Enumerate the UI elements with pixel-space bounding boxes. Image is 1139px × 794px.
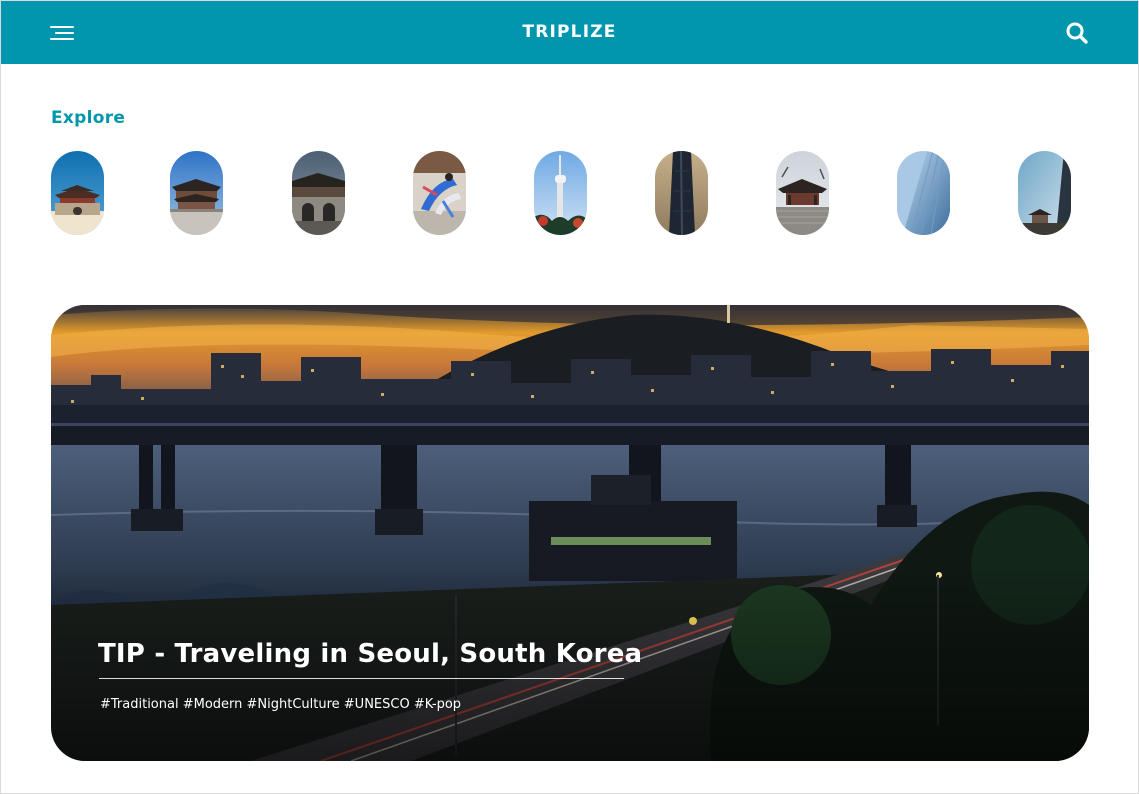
feature-card-seoul[interactable]: TIP - Traveling in Seoul, South Korea #T…: [51, 305, 1089, 761]
traditional-gate-image: [51, 151, 104, 235]
explore-item-tower-and-temple[interactable]: [1018, 151, 1071, 235]
skyscraper-dark-image: [655, 151, 708, 235]
traditional-dance-image: [413, 151, 466, 235]
hamburger-menu-icon: [50, 26, 74, 40]
search-icon: [1066, 22, 1088, 44]
search-button[interactable]: [1063, 19, 1091, 47]
explore-carousel: [51, 151, 1073, 237]
palace-hall-image: [170, 151, 223, 235]
feature-card-title: TIP - Traveling in Seoul, South Korea: [98, 639, 643, 669]
app-title: TRIPLIZE: [522, 22, 617, 42]
seoul-tower-image: [534, 151, 587, 235]
explore-item-pavilion[interactable]: [776, 151, 829, 235]
explore-item-palace-hall[interactable]: [170, 151, 223, 235]
feature-card-tags: #Traditional #Modern #NightCulture #UNES…: [100, 697, 462, 712]
explore-heading: Explore: [51, 108, 126, 128]
explore-item-glass-skyscraper[interactable]: [897, 151, 950, 235]
explore-item-seoul-tower[interactable]: [534, 151, 587, 235]
palace-gate-stone-image: [292, 151, 345, 235]
glass-skyscraper-image: [897, 151, 950, 235]
seoul-night-river-image: [51, 305, 1089, 761]
pavilion-image: [776, 151, 829, 235]
menu-button[interactable]: [47, 21, 77, 45]
top-header: TRIPLIZE: [1, 1, 1138, 64]
explore-item-palace-gate-stone[interactable]: [292, 151, 345, 235]
tower-and-temple-image: [1018, 151, 1071, 235]
feature-card-divider: [99, 678, 624, 679]
explore-item-skyscraper-dark[interactable]: [655, 151, 708, 235]
explore-item-traditional-dance[interactable]: [413, 151, 466, 235]
explore-item-traditional-gate[interactable]: [51, 151, 104, 235]
app-frame: TRIPLIZE Explore TIP - Traveling in Seou…: [0, 0, 1139, 794]
